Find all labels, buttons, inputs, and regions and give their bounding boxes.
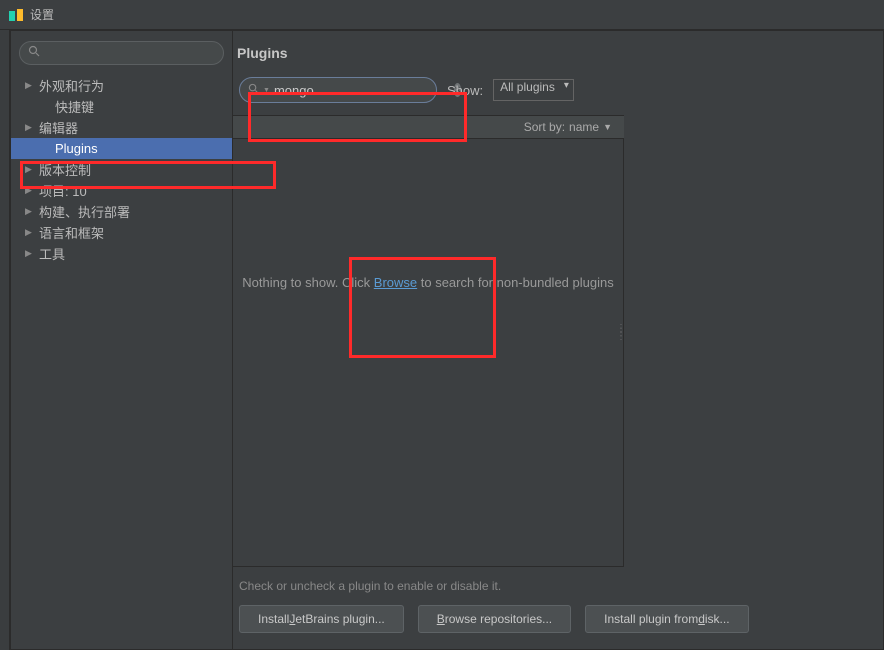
sort-value: name	[569, 120, 599, 134]
settings-tree: ▶ 外观和行为快捷键 ▶ 编辑器 Plugins ▶ 版本控制 ▶ 项目: 10 ▶ 构建、执行部署…	[11, 75, 232, 649]
plugins-panel: Plugins ▼ ✕ Show: All plugins Sort by: n…	[233, 31, 883, 649]
sidebar-item-4[interactable]: ▶ 版本控制	[11, 159, 232, 180]
sidebar-item-5[interactable]: ▶ 项目: 10	[11, 180, 232, 201]
chevron-right-icon: ▶	[25, 248, 33, 259]
sidebar-item-label: 编辑器	[39, 118, 78, 137]
search-icon	[28, 44, 40, 62]
sidebar-item-label: 快捷键	[55, 97, 94, 116]
page-title: Plugins	[233, 31, 883, 69]
chevron-right-icon: ▶	[25, 164, 33, 175]
sort-label: Sort by:	[524, 120, 565, 134]
settings-window: ▶ 外观和行为快捷键 ▶ 编辑器 Plugins ▶ 版本控制 ▶ 项目: 10 ▶ 构建、执行部署…	[10, 30, 884, 650]
button-row: Install JetBrains plugin... Browse repos…	[233, 605, 883, 649]
chevron-down-icon[interactable]: ▼	[263, 87, 270, 94]
sidebar-item-6[interactable]: ▶ 构建、执行部署	[11, 201, 232, 222]
show-select[interactable]: All plugins	[493, 79, 574, 101]
empty-state: Nothing to show. Click Browse to search …	[233, 275, 623, 290]
plugin-search-input[interactable]	[274, 83, 450, 98]
chevron-right-icon: ▶	[25, 122, 33, 133]
browse-link[interactable]: Browse	[374, 275, 417, 290]
plugins-list: Nothing to show. Click Browse to search …	[233, 139, 624, 567]
sidebar-item-label: 语言和框架	[39, 223, 104, 242]
sidebar-item-2[interactable]: ▶ 编辑器	[11, 117, 232, 138]
sidebar-search-input[interactable]	[19, 41, 224, 65]
browse-repositories-button[interactable]: Browse repositories...	[418, 605, 571, 633]
app-icon	[8, 7, 24, 23]
content-area: ▶ 外观和行为快捷键 ▶ 编辑器 Plugins ▶ 版本控制 ▶ 项目: 10 ▶ 构建、执行部署…	[11, 31, 883, 649]
install-from-disk-button[interactable]: Install plugin from disk...	[585, 605, 748, 633]
sidebar-item-0[interactable]: ▶ 外观和行为	[11, 75, 232, 96]
sidebar-item-1[interactable]: 快捷键	[11, 96, 232, 117]
sidebar-item-label: 构建、执行部署	[39, 202, 130, 221]
plugin-search[interactable]: ▼ ✕	[239, 77, 437, 103]
chevron-right-icon: ▶	[25, 80, 33, 91]
chevron-right-icon: ▶	[25, 227, 33, 238]
sidebar-item-label: 外观和行为	[39, 76, 104, 95]
install-jetbrains-button[interactable]: Install JetBrains plugin...	[239, 605, 404, 633]
show-label: Show:	[447, 83, 483, 98]
sidebar-item-label: Plugins	[55, 141, 98, 156]
plugins-search-row: ▼ ✕ Show: All plugins	[233, 69, 883, 115]
sidebar-item-3[interactable]: Plugins	[11, 138, 232, 159]
sort-bar[interactable]: Sort by: name ▼	[233, 115, 624, 139]
sidebar-item-7[interactable]: ▶ 语言和框架	[11, 222, 232, 243]
search-icon	[248, 83, 259, 97]
hint-text: Check or uncheck a plugin to enable or d…	[233, 567, 883, 605]
left-gutter	[0, 30, 10, 650]
resize-handle[interactable]: ⋮⋮⋮	[616, 327, 627, 339]
sidebar-item-label: 版本控制	[39, 160, 91, 179]
sidebar: ▶ 外观和行为快捷键 ▶ 编辑器 Plugins ▶ 版本控制 ▶ 项目: 10 ▶ 构建、执行部署…	[11, 31, 233, 649]
sidebar-item-label: 项目: 10	[39, 181, 87, 200]
chevron-down-icon: ▼	[603, 122, 612, 132]
sidebar-item-8[interactable]: ▶ 工具	[11, 243, 232, 264]
chevron-right-icon: ▶	[25, 185, 33, 196]
titlebar: 设置	[0, 0, 884, 30]
chevron-right-icon: ▶	[25, 206, 33, 217]
titlebar-title: 设置	[30, 6, 54, 23]
sidebar-item-label: 工具	[39, 244, 65, 263]
